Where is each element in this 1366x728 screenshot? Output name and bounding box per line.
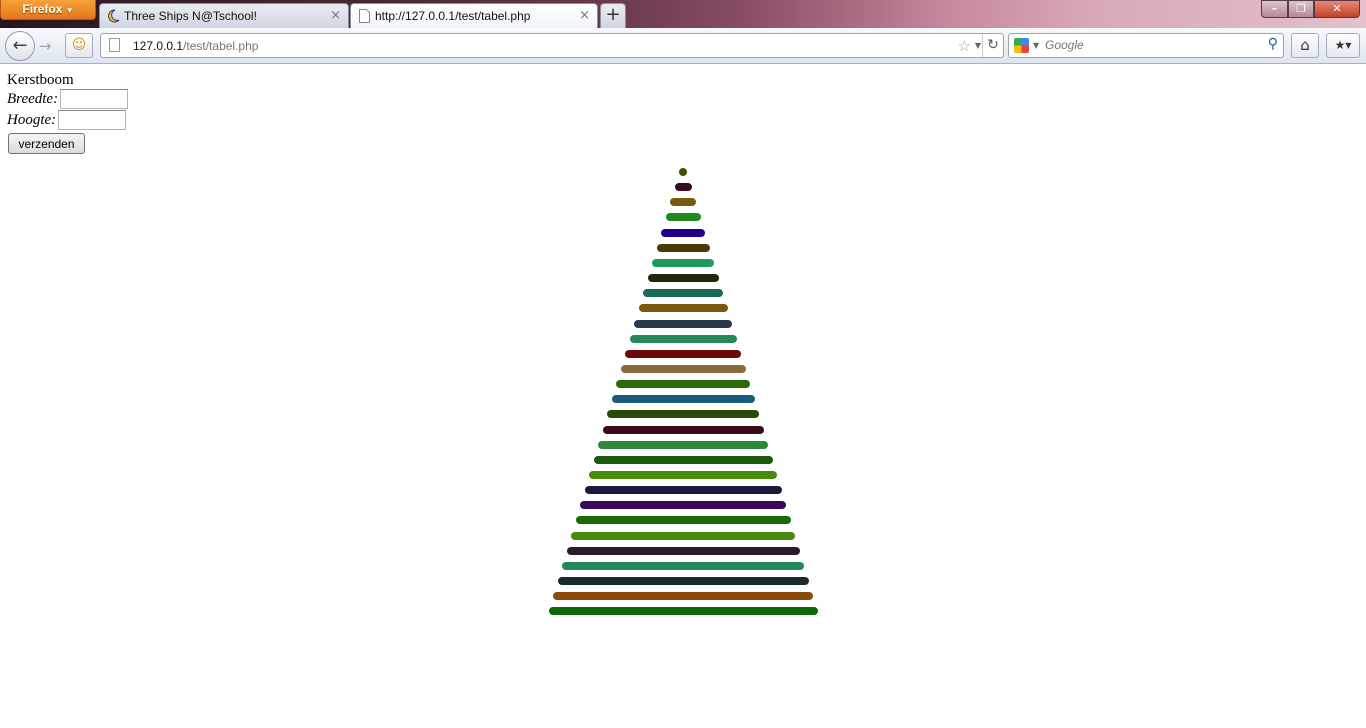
bookmarks-icon: ★▾ xyxy=(1334,38,1352,52)
tree-line xyxy=(638,304,728,313)
tree-line xyxy=(553,592,813,601)
breedte-input[interactable] xyxy=(60,89,128,109)
tree-line xyxy=(593,455,773,464)
reload-button[interactable]: ↻ xyxy=(982,34,1003,57)
submit-button[interactable]: verzenden xyxy=(8,133,85,154)
navigation-toolbar: ← → ☺ 127.0.0.1/test/tabel.php ☆ ▼ ↻ ▼ ⚲… xyxy=(0,28,1366,64)
tree-line xyxy=(580,501,786,510)
firefox-menu-label: Firefox xyxy=(22,2,63,16)
forward-icon: → xyxy=(38,37,52,55)
reload-icon: ↻ xyxy=(987,37,999,53)
tree-line xyxy=(620,364,746,373)
new-tab-button[interactable]: + xyxy=(600,3,626,28)
tree-line xyxy=(571,531,795,540)
tree-line xyxy=(589,471,777,479)
search-input[interactable] xyxy=(1045,38,1255,52)
close-window-button[interactable]: ✕ xyxy=(1314,0,1360,18)
title-bar: Firefox ▼ Three Ships N@Tschool! × http:… xyxy=(0,0,1366,28)
url-host: 127.0.0.1 xyxy=(133,39,184,53)
forward-button[interactable]: → xyxy=(35,36,55,56)
url-path: /test/tabel.php xyxy=(183,39,259,53)
home-button[interactable]: ⌂ xyxy=(1291,33,1319,58)
tree-line xyxy=(548,607,818,616)
sync-button[interactable]: ☺ xyxy=(65,33,93,58)
tree-line xyxy=(562,561,804,570)
bookmark-star-icon[interactable]: ☆ xyxy=(958,37,971,55)
bookmarks-button[interactable]: ★▾ xyxy=(1326,33,1360,58)
restore-window-button[interactable]: ❐ xyxy=(1288,0,1314,18)
back-button[interactable]: ← xyxy=(5,31,35,61)
tab-title: Three Ships N@Tschool! xyxy=(124,9,257,23)
tree-line xyxy=(647,274,719,283)
tree-line xyxy=(679,168,687,176)
tree-line xyxy=(566,546,800,555)
tree-line xyxy=(665,213,701,222)
plus-icon: + xyxy=(605,4,621,25)
restore-icon: ❐ xyxy=(1296,2,1306,15)
tree-line xyxy=(670,198,696,207)
search-icon[interactable]: ⚲ xyxy=(1268,36,1278,52)
tab-tabel-php[interactable]: http://127.0.0.1/test/tabel.php × xyxy=(350,3,598,28)
close-tab-icon[interactable]: × xyxy=(579,8,590,23)
url-bar[interactable]: 127.0.0.1/test/tabel.php ☆ ▼ ↻ xyxy=(100,33,1004,58)
tree-line xyxy=(656,243,710,252)
tree-line xyxy=(661,228,705,237)
tree-line xyxy=(643,289,723,298)
page-title: Kerstboom xyxy=(7,72,74,88)
search-bar: ▼ ⚲ xyxy=(1008,33,1284,58)
chevron-down-icon: ▼ xyxy=(65,6,74,15)
tree-line xyxy=(607,410,759,419)
page-content: Kerstboom Breedte: Hoogte: verzenden xyxy=(0,64,1366,728)
tab-title: http://127.0.0.1/test/tabel.php xyxy=(375,9,531,23)
google-engine-icon[interactable] xyxy=(1014,38,1029,53)
tree-line xyxy=(634,319,732,328)
tree-line xyxy=(602,425,764,434)
tab-three-ships[interactable]: Three Ships N@Tschool! × xyxy=(99,3,349,28)
close-tab-icon[interactable]: × xyxy=(330,8,341,23)
tree-line xyxy=(557,577,809,586)
hoogte-input[interactable] xyxy=(58,110,126,130)
blank-page-icon xyxy=(109,38,120,52)
tree-line xyxy=(625,349,741,358)
blank-page-icon xyxy=(359,9,370,23)
minimize-icon: – xyxy=(1271,2,1278,15)
tree-line xyxy=(575,516,791,525)
tree-line xyxy=(616,380,750,389)
tree-line xyxy=(652,258,714,267)
firefox-menu-button[interactable]: Firefox ▼ xyxy=(0,0,96,20)
tree-line xyxy=(598,440,768,449)
moon-favicon-icon xyxy=(108,9,120,23)
chevron-down-icon[interactable]: ▼ xyxy=(975,41,981,50)
url-text[interactable]: 127.0.0.1/test/tabel.php xyxy=(133,39,258,53)
sync-icon: ☺ xyxy=(71,37,87,53)
home-icon: ⌂ xyxy=(1300,36,1310,54)
chevron-down-icon[interactable]: ▼ xyxy=(1033,41,1039,50)
tree-line xyxy=(629,334,737,343)
breedte-label: Breedte: xyxy=(7,91,59,107)
tree-line xyxy=(611,395,755,404)
minimize-window-button[interactable]: – xyxy=(1261,0,1288,18)
hoogte-label: Hoogte: xyxy=(7,112,57,128)
christmas-tree xyxy=(0,64,1366,728)
close-icon: ✕ xyxy=(1332,2,1342,15)
back-icon: ← xyxy=(12,35,28,56)
tree-line xyxy=(674,183,692,192)
tree-line xyxy=(584,486,782,495)
